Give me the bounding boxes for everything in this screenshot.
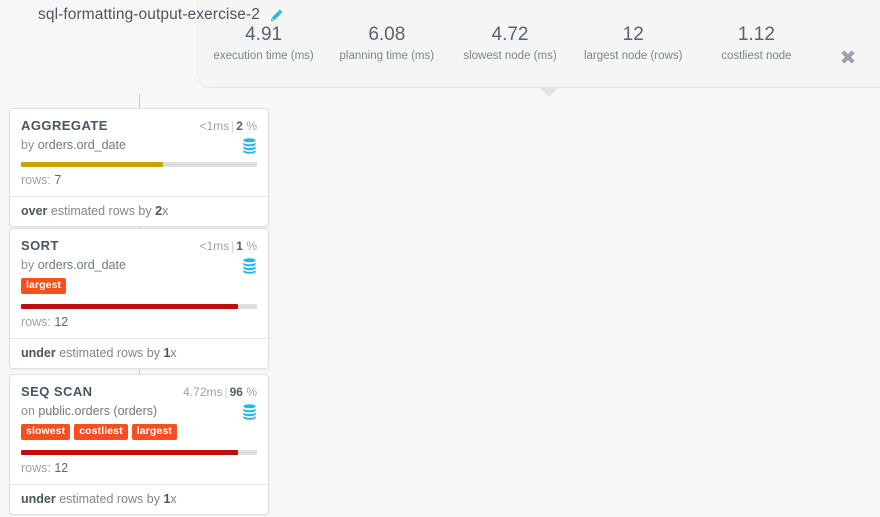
node-header: AGGREGATE <1ms | 2 % [21,118,257,133]
node-sub-prefix: by [21,138,35,152]
node-subtitle: on public.orders (orders) [21,404,257,418]
stat-value: 1.12 [737,24,775,45]
node-estimate: under estimated rows by 1x [10,338,268,368]
database-icon [243,258,256,274]
node-body: SORT <1ms | 1 % by orders.ord_date large… [10,229,268,338]
stat-value: 6.08 [368,24,406,45]
page-title: sql-formatting-output-exercise-2 [38,6,261,23]
estimate-kind: under [21,492,56,506]
node-header: SORT <1ms | 1 % [21,238,257,253]
database-icon[interactable] [242,258,257,274]
metric-separator: | [224,385,228,399]
estimate-suffix: x [162,204,169,218]
node-type-label: SORT [21,238,59,253]
plan-node-seq-scan[interactable]: SEQ SCAN 4.72ms | 96 % on public.orders (o… [9,374,269,515]
estimate-text: estimated rows by [59,346,160,360]
node-sub-prefix: by [21,258,35,272]
estimate-text: estimated rows by [50,204,152,218]
node-rows-label: rows: [21,315,51,329]
node-percent: 96 [229,385,243,399]
estimate-kind: over [21,204,48,218]
node-sub-value: orders.ord_date [37,258,126,272]
stat-label: planning time (ms) [339,50,435,62]
node-connector [139,94,140,108]
edit-pencil-icon[interactable] [269,8,284,23]
node-rows-label: rows: [21,461,51,475]
node-type-label: AGGREGATE [21,118,108,133]
badge-slowest: slowest [21,424,71,440]
database-icon[interactable] [242,138,257,154]
node-type-label: SEQ SCAN [21,384,93,399]
stat-costliest-node: 1.12 costliest node [695,16,818,65]
node-time: 4.72ms [183,385,223,399]
node-badges: slowest costliest largest [21,424,257,440]
node-time: <1ms [199,239,230,253]
node-subtitle: by orders.ord_date [21,258,257,272]
node-rows-label: rows: [21,173,51,187]
node-percent-unit: % [246,385,257,399]
plan-title-row: sql-formatting-output-exercise-2 [38,0,284,30]
plan-node-sort[interactable]: SORT <1ms | 1 % by orders.ord_date large… [9,228,269,369]
node-sub-value: public.orders (orders) [38,404,158,418]
stat-label: slowest node (ms) [463,50,557,62]
node-badges: largest [21,278,257,294]
badge-largest: largest [131,424,177,440]
node-sub-value: orders.ord_date [37,138,126,152]
plan-node-aggregate[interactable]: AGGREGATE <1ms|2 % by orders.ord_date [9,108,269,227]
database-icon [243,404,256,420]
close-button[interactable] [838,47,858,67]
node-metrics: 4.72ms | 96 % [183,385,257,399]
stat-label: execution time (ms) [213,50,314,62]
stat-label: costliest node [721,50,792,62]
node-estimate: under estimated rows by 1x [10,484,268,514]
node-rows-value: 7 [54,173,62,187]
node-body: SEQ SCAN 4.72ms | 96 % on public.orders (o… [10,375,268,484]
node-percent-unit: % [246,119,257,133]
node-sub-prefix: on [21,404,35,418]
database-icon [243,138,256,154]
node-metrics: <1ms | 2 % [199,119,257,133]
node-subtitle: by orders.ord_date [21,138,257,152]
estimate-text: estimated rows by [59,492,160,506]
estimate-suffix: x [170,492,177,506]
query-plan-diagram: AGGREGATE <1ms|2 % by orders.ord_date [0,94,290,517]
badge-largest: largest [21,278,67,294]
stat-value: 12 [622,24,644,45]
stat-slowest-node: 4.72 slowest node (ms) [448,16,571,65]
stats-panel: 4.91 execution time (ms) 6.08 planning t… [197,0,880,88]
node-body: AGGREGATE <1ms|2 % by orders.ord_date [10,109,268,196]
node-percent-unit: % [246,239,257,253]
estimate-kind: under [21,346,56,360]
stat-value: 4.72 [491,24,529,45]
database-icon[interactable] [242,404,257,420]
node-percent: 2 [236,119,243,133]
stats-row: 4.91 execution time (ms) 6.08 planning t… [198,0,822,87]
estimate-suffix: x [170,346,177,360]
node-header: SEQ SCAN 4.72ms | 96 % [21,384,257,399]
badge-costliest: costliest [74,424,128,440]
node-rows: rows: 12 [21,309,257,338]
node-rows-value: 12 [54,315,69,329]
close-icon [841,50,855,64]
node-percent: 1 [236,239,243,253]
node-rows: rows: 12 [21,455,257,484]
node-estimate: over estimated rows by 2x [10,196,268,226]
stat-label: largest node (rows) [583,50,683,62]
stat-largest-node: 12 largest node (rows) [572,16,695,65]
stats-panel-caret [540,88,558,97]
stat-planning-time: 6.08 planning time (ms) [325,16,448,65]
node-rows-value: 12 [54,461,69,475]
node-time: <1ms [199,119,230,133]
node-metrics: <1ms | 1 % [199,239,257,253]
pencil-icon [270,9,283,21]
node-rows: rows: 7 [21,167,257,196]
